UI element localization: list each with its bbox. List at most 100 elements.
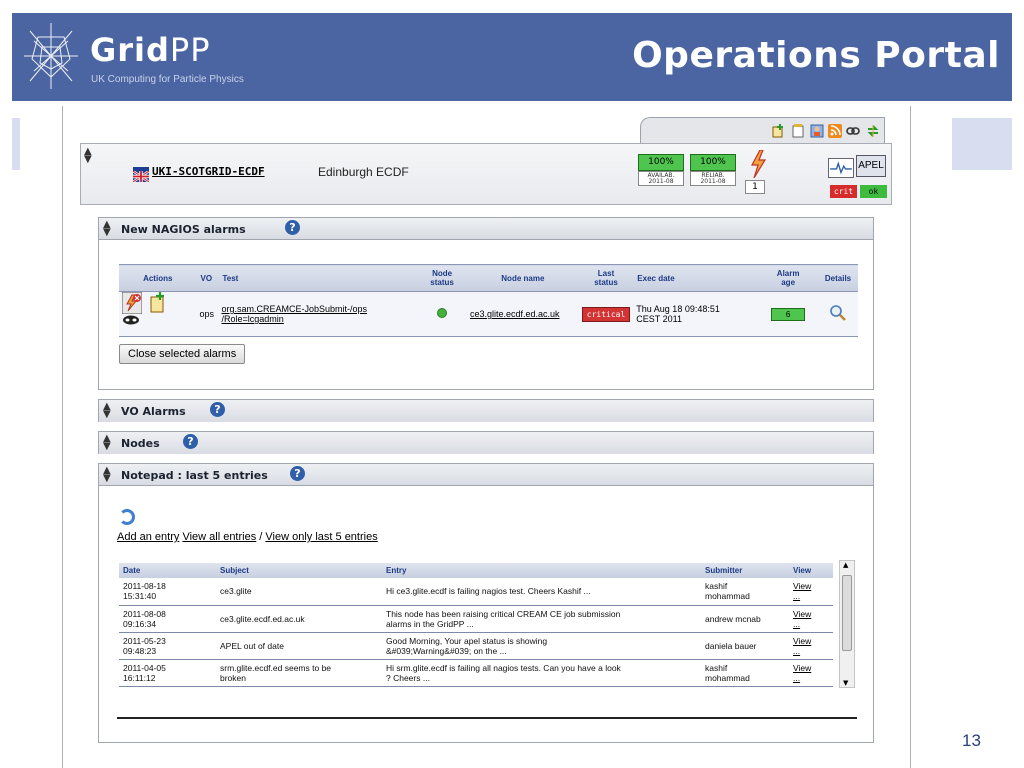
table-header-row: Actions VO Test Node status Node name Las… (119, 264, 858, 292)
refresh-icon[interactable] (119, 509, 135, 525)
link-icon[interactable] (846, 124, 860, 138)
submitter-cell: kashif mohammad (701, 659, 789, 687)
help-icon[interactable]: ? (183, 434, 198, 449)
user-icon[interactable] (810, 124, 824, 138)
table-row: 2011-08-18 15:31:40 ce3.glite Hi ce3.glit… (119, 578, 833, 606)
reliability-metric[interactable]: 100% RELIAB. 2011-08 (690, 154, 736, 186)
apel-button[interactable]: APEL (856, 155, 886, 177)
close-alarm-icon[interactable] (121, 291, 143, 315)
monitoring-pulse-icon[interactable] (828, 158, 854, 178)
date-cell: 2011-08-08 09:16:34 (119, 605, 216, 633)
close-selected-alarms-button[interactable]: Close selected alarms (119, 344, 246, 364)
entry-cell: Good Morning, Your apel status is showin… (382, 632, 701, 660)
alarm-count: 1 (745, 180, 765, 194)
col-submitter: Submitter (701, 563, 789, 578)
gridpp-tagline: UK Computing for Particle Physics (91, 74, 244, 85)
mask-icon[interactable] (122, 314, 140, 336)
view-cell[interactable]: View... (789, 659, 833, 687)
new-ticket-icon[interactable] (771, 124, 785, 138)
col-actions: Actions (119, 264, 197, 292)
view-cell[interactable]: View... (789, 632, 833, 660)
nodes-header[interactable]: ▲ ▼ Nodes ? (99, 432, 873, 454)
notepad-panel: ▲ ▼ Notepad : last 5 entries ? Add an ent… (98, 463, 874, 743)
decorative-bar-right (952, 118, 1012, 170)
notepad-table: Date Subject Entry Submitter View 2011-0… (119, 563, 833, 687)
col-view: View (789, 563, 833, 578)
help-icon[interactable]: ? (210, 402, 225, 417)
view-last-5-link[interactable]: View only last 5 entries (265, 531, 377, 543)
refresh-arrows-icon[interactable] (866, 124, 880, 138)
decorative-bar-left (12, 118, 20, 170)
page-number: 13 (962, 731, 981, 750)
table-row: 2011-08-08 09:16:34 ce3.glite.ecdf.ed.ac.… (119, 605, 833, 633)
col-vo: VO (196, 264, 219, 292)
notepad-links: Add an entry View all entries / View onl… (117, 531, 378, 543)
nagios-alarms-header[interactable]: ▲ ▼ New NAGIOS alarms ? (99, 218, 873, 240)
last-status-cell: critical (578, 291, 634, 337)
create-ticket-icon[interactable] (149, 292, 169, 314)
col-alarm-age: Alarm age (758, 264, 819, 292)
crit-status-badge: crit (830, 185, 857, 198)
collapse-toggle-icon[interactable]: ▲ ▼ (103, 466, 111, 484)
operations-portal-window: ▲ ▼ UKI-SCOTGRID-ECDF Edinburgh ECDF 100%… (62, 106, 911, 768)
collapse-toggle-icon[interactable]: ▲ ▼ (103, 434, 111, 452)
subject-cell: ce3.glite (216, 578, 382, 606)
vo-alarms-panel: ▲ ▼ VO Alarms ? (98, 399, 874, 422)
magnifier-icon[interactable] (829, 305, 847, 324)
actions-cell (119, 291, 197, 337)
node-status-cell (417, 291, 467, 337)
portal-toolbar (640, 117, 885, 144)
table-row: ops org.sam.CREAMCE-JobSubmit-/ops/Role=… (119, 291, 858, 337)
entry-cell: Hi srm.glite.ecdf is failing all nagios … (382, 659, 701, 687)
nagios-alarms-table: Actions VO Test Node status Node name Las… (119, 264, 858, 337)
panel-title: New NAGIOS alarms (121, 223, 246, 236)
rss-icon[interactable] (828, 124, 842, 138)
availability-value: 100% (638, 154, 684, 171)
table-row: 2011-04-05 16:11:12 srm.glite.ecdf.ed see… (119, 659, 833, 687)
vo-alarms-header[interactable]: ▲ ▼ VO Alarms ? (99, 400, 873, 422)
add-entry-link[interactable]: Add an entry (117, 531, 179, 543)
scroll-down-icon[interactable]: ▼ (843, 679, 848, 687)
col-details: Details (818, 264, 858, 292)
slide-header: GridPP UK Computing for Particle Physics… (12, 13, 1012, 101)
nagios-alarms-panel: ▲ ▼ New NAGIOS alarms ? Actions VO Test N… (98, 217, 874, 390)
col-exec-date: Exec date (633, 264, 759, 292)
nodes-panel: ▲ ▼ Nodes ? (98, 431, 874, 454)
submitter-cell: kashif mohammad (701, 578, 789, 606)
gridpp-logo-icon (24, 23, 78, 89)
critical-status-badge: critical (581, 306, 631, 322)
help-icon[interactable]: ? (285, 220, 300, 235)
date-cell: 2011-04-05 16:11:12 (119, 659, 216, 687)
scroll-thumb[interactable] (842, 575, 852, 651)
notepad-scrollbar[interactable]: ▲ ▼ (839, 560, 855, 688)
uk-flag-icon (132, 167, 150, 183)
notepad-icon[interactable] (791, 124, 805, 138)
link-separator: / (259, 531, 263, 543)
view-all-entries-link[interactable]: View all entries (182, 531, 256, 543)
table-row: 2011-05-23 09:48:23 APEL out of date Good… (119, 632, 833, 660)
collapse-toggle-icon[interactable]: ▲ ▼ (84, 147, 92, 165)
collapse-toggle-icon[interactable]: ▲ ▼ (103, 402, 111, 420)
view-cell[interactable]: View... (789, 578, 833, 606)
subject-cell: srm.glite.ecdf.ed seems to be broken (216, 659, 382, 687)
collapse-toggle-icon[interactable]: ▲ ▼ (103, 220, 111, 238)
divider (117, 717, 857, 719)
availability-label: AVAILAB. 2011-08 (638, 171, 684, 186)
submitter-cell: daniela bauer (701, 632, 789, 660)
entry-cell: This node has been raising critical CREA… (382, 605, 701, 633)
col-subject: Subject (216, 563, 382, 578)
panel-title: Notepad : last 5 entries (121, 469, 268, 482)
slide-title: Operations Portal (632, 35, 1000, 76)
lightning-alarm-icon[interactable] (749, 150, 767, 178)
details-cell (818, 291, 858, 337)
view-cell[interactable]: View... (789, 605, 833, 633)
help-icon[interactable]: ? (290, 466, 305, 481)
node-name-cell[interactable]: ce3.glite.ecdf.ed.ac.uk (466, 291, 579, 337)
test-cell[interactable]: org.sam.CREAMCE-JobSubmit-/ops/Role=lcga… (218, 291, 418, 337)
col-entry: Entry (382, 563, 701, 578)
notepad-header[interactable]: ▲ ▼ Notepad : last 5 entries ? (99, 464, 873, 486)
site-name-link[interactable]: UKI-SCOTGRID-ECDF (152, 165, 265, 178)
availability-metric[interactable]: 100% AVAILAB. 2011-08 (638, 154, 684, 186)
col-node-status: Node status (417, 264, 467, 292)
scroll-up-icon[interactable]: ▲ (843, 561, 848, 569)
